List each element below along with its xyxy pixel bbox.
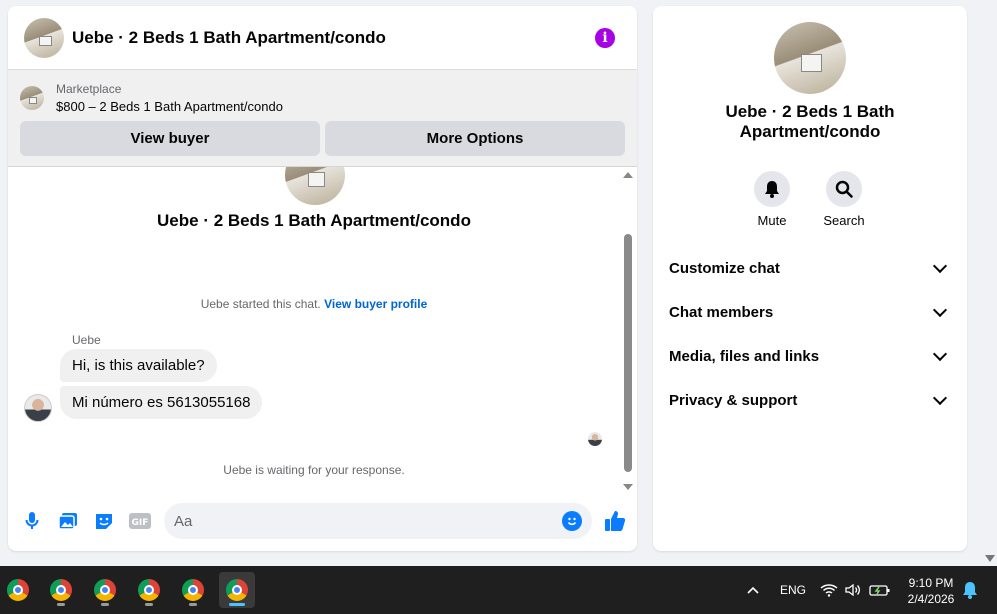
clock-date: 2/4/2026 <box>907 592 955 606</box>
chrome-icon <box>182 579 204 601</box>
taskbar-chrome-app[interactable] <box>87 572 123 608</box>
taskbar: ENG 9:10 PM 2/4/2026 <box>0 566 997 614</box>
chat-header: Uebe · 2 Beds 1 Bath Apartment/condo i <box>8 6 637 70</box>
view-buyer-profile-link[interactable]: View buyer profile <box>324 297 427 311</box>
message-bubble[interactable]: Mi número es 5613055168 <box>60 386 263 419</box>
clock[interactable]: 9:10 PM 2/4/2026 <box>896 575 966 607</box>
wifi-icon[interactable] <box>820 566 838 614</box>
taskbar-chrome-app[interactable] <box>43 572 79 608</box>
sender-name: Uebe <box>72 333 101 347</box>
taskbar-chrome-app[interactable] <box>131 572 167 608</box>
battery-charging-icon[interactable] <box>869 566 891 614</box>
buyer-avatar[interactable] <box>24 394 52 422</box>
marketplace-banner: Marketplace $800 – 2 Beds 1 Bath Apartme… <box>8 70 637 167</box>
waiting-notice: Uebe is waiting for your response. <box>223 463 405 477</box>
message-input-wrapper <box>164 503 592 539</box>
listing-thumbnail[interactable] <box>24 17 64 58</box>
gif-icon[interactable]: GIF <box>128 509 152 533</box>
thread-title: Uebe · 2 Beds 1 Bath Apartment/condo <box>157 211 471 230</box>
customize-chat-section[interactable]: Customize chat <box>669 246 951 290</box>
section-label: Customize chat <box>669 259 780 277</box>
clock-time: 9:10 PM <box>908 576 954 590</box>
show-hidden-icons-button[interactable] <box>746 566 760 614</box>
volume-icon[interactable] <box>845 566 861 614</box>
view-buyer-button[interactable]: View buyer <box>20 121 320 156</box>
chrome-icon <box>94 579 116 601</box>
taskbar-chrome-app[interactable] <box>0 572 36 608</box>
side-title: Uebe · 2 Beds 1 Bath Apartment/condo <box>725 102 895 141</box>
chrome-icon <box>138 579 160 601</box>
notification-bell-icon[interactable] <box>962 566 978 614</box>
microphone-icon[interactable] <box>20 509 44 533</box>
chrome-icon <box>50 579 72 601</box>
message-input[interactable] <box>174 512 562 530</box>
scroll-down-arrow[interactable] <box>623 484 633 490</box>
chat-title[interactable]: Uebe · 2 Beds 1 Bath Apartment/condo <box>72 28 595 48</box>
sticker-icon[interactable] <box>92 509 116 533</box>
started-text: Uebe started this chat. <box>200 297 321 311</box>
emoji-icon[interactable] <box>562 511 582 531</box>
chevron-down-icon <box>932 302 948 317</box>
chat-members-section[interactable]: Chat members <box>669 290 951 334</box>
chevron-down-icon <box>932 258 948 273</box>
listing-small-thumbnail <box>20 86 44 110</box>
bell-icon <box>754 171 790 207</box>
info-icon[interactable]: i <box>595 27 615 48</box>
taskbar-chrome-app-active[interactable] <box>219 572 255 608</box>
thumbs-up-icon[interactable] <box>603 509 627 533</box>
search-button[interactable]: Search <box>814 171 874 228</box>
thread-scrollbar[interactable] <box>623 172 633 490</box>
listing-price-title: $800 – 2 Beds 1 Bath Apartment/condo <box>56 99 283 114</box>
media-files-links-section[interactable]: Media, files and links <box>669 334 951 378</box>
language-indicator[interactable]: ENG <box>780 566 806 614</box>
conversation-info-panel: Uebe · 2 Beds 1 Bath Apartment/condo Mut… <box>653 6 967 551</box>
section-label: Media, files and links <box>669 347 820 365</box>
message-thread: Uebe · 2 Beds 1 Bath Apartment/condo Ueb… <box>8 167 637 489</box>
search-label: Search <box>823 213 865 228</box>
svg-text:GIF: GIF <box>132 518 149 528</box>
privacy-support-section[interactable]: Privacy & support <box>669 378 951 422</box>
chat-panel: Uebe · 2 Beds 1 Bath Apartment/condo i M… <box>8 6 637 551</box>
mute-button[interactable]: Mute <box>742 171 802 228</box>
message-bubble[interactable]: Hi, is this available? <box>60 349 217 382</box>
page-scroll-down-arrow[interactable] <box>985 555 995 562</box>
marketplace-label: Marketplace <box>56 82 122 96</box>
scrollbar-thumb[interactable] <box>624 234 632 472</box>
chrome-icon <box>226 579 248 601</box>
thread-thumbnail <box>285 167 345 205</box>
message-composer: GIF <box>8 501 637 541</box>
chevron-down-icon <box>932 346 948 361</box>
seen-avatar <box>588 432 602 446</box>
photo-icon[interactable] <box>56 509 80 533</box>
chat-started-notice: Uebe started this chat. View buyer profi… <box>8 297 620 311</box>
search-icon <box>826 171 862 207</box>
more-options-button[interactable]: More Options <box>325 121 625 156</box>
chrome-icon <box>7 579 29 601</box>
listing-profile-thumbnail[interactable] <box>774 22 846 94</box>
taskbar-chrome-app[interactable] <box>175 572 211 608</box>
section-label: Privacy & support <box>669 391 798 409</box>
scroll-up-arrow[interactable] <box>623 172 633 178</box>
section-label: Chat members <box>669 303 774 321</box>
chevron-down-icon <box>932 390 948 405</box>
mute-label: Mute <box>757 213 787 228</box>
